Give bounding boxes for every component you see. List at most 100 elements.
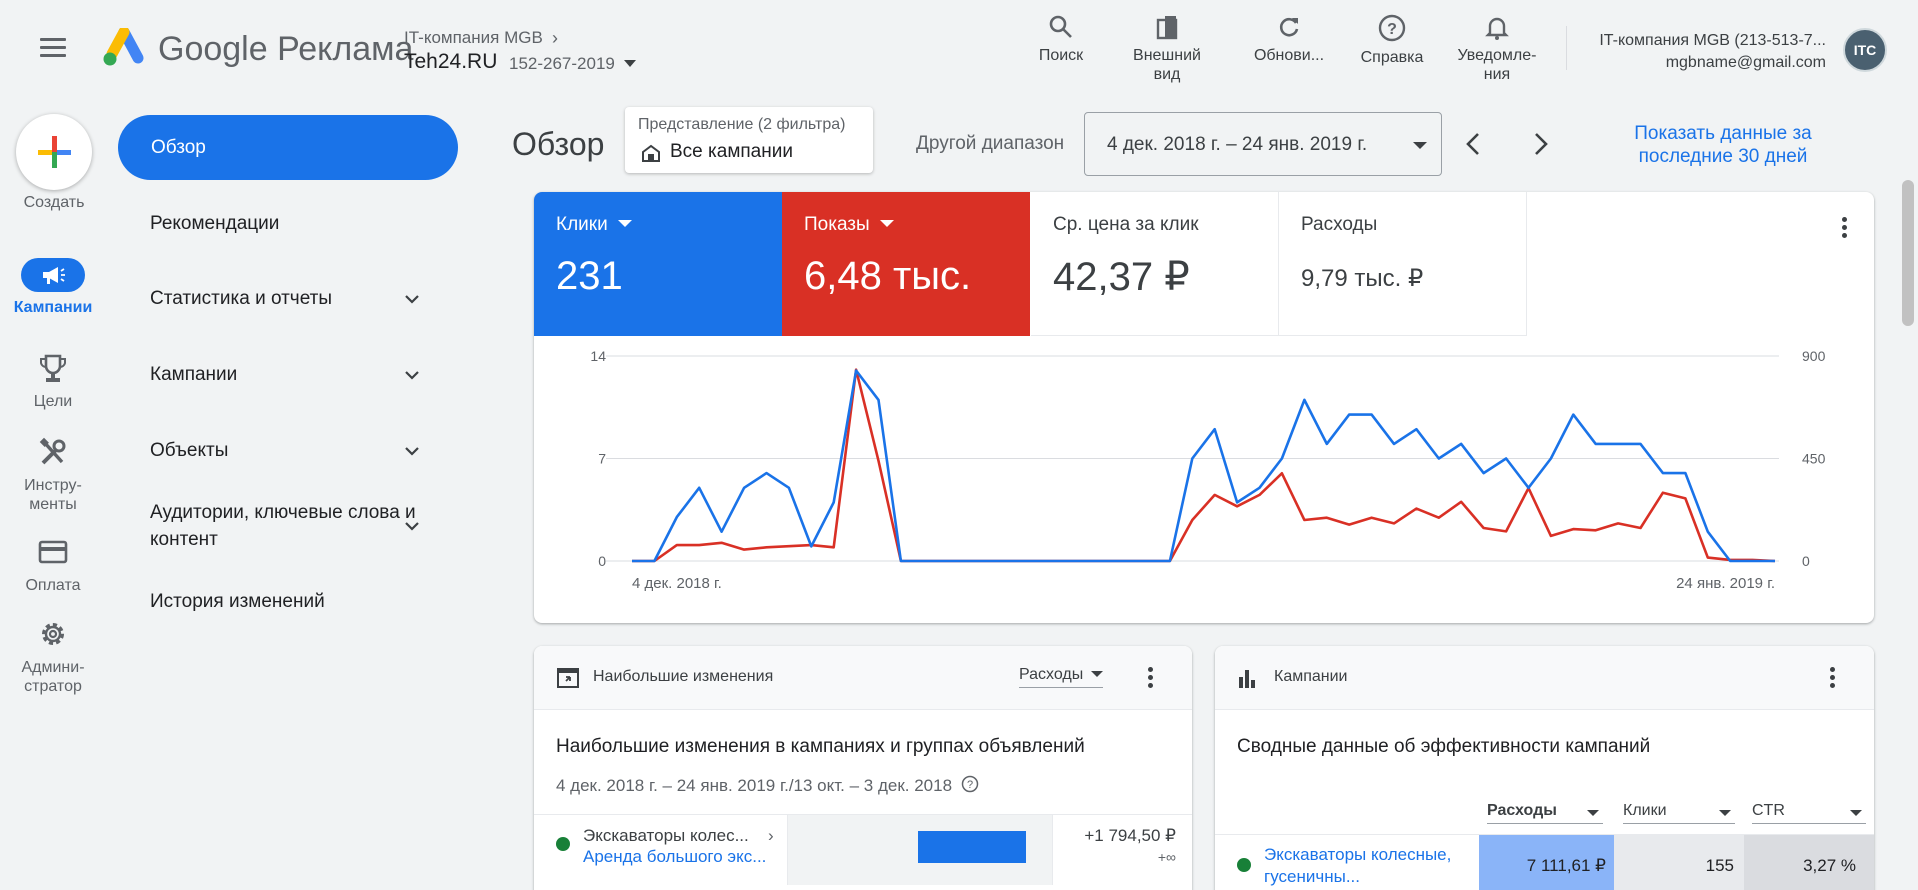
- nav-item-recommendations[interactable]: Рекомендации: [150, 210, 430, 237]
- dropdown-icon: [879, 220, 894, 227]
- svg-text:?: ?: [1387, 21, 1397, 38]
- metric-avg-cpc[interactable]: Ср. цена за клик 42,37 ₽: [1031, 192, 1279, 336]
- y-left-tick-label: 7: [598, 451, 606, 467]
- status-dot: [556, 837, 570, 851]
- chevron-right-icon[interactable]: ›: [768, 826, 774, 846]
- brand-name: Google Реклама: [158, 30, 414, 68]
- series-line: [632, 369, 1775, 563]
- refresh-icon: [1279, 17, 1299, 37]
- avatar[interactable]: ITC: [1843, 28, 1887, 72]
- y-left-tick-label: 0: [598, 553, 606, 569]
- card-period: 4 дек. 2018 г. – 24 янв. 2019 г./13 окт.…: [556, 775, 979, 796]
- metric-impressions[interactable]: Показы 6,48 тыс.: [782, 192, 1030, 336]
- user-email: mgbname@gmail.com: [1665, 54, 1826, 71]
- tool-label: Внешний вид: [1133, 47, 1201, 83]
- nav-item-overview[interactable]: Обзор: [118, 115, 458, 180]
- nav-item-assets[interactable]: Объекты: [150, 437, 430, 464]
- search-icon: [1049, 15, 1072, 38]
- chevron-down-icon[interactable]: [402, 365, 422, 385]
- account-id[interactable]: 152-267-2019: [509, 54, 615, 74]
- page-title: Обзор: [512, 126, 605, 162]
- card-header: Кампании: [1215, 646, 1874, 710]
- top-bar: Google Реклама IT-компания MGB › Teh24.R…: [0, 0, 1918, 100]
- header-divider: [1566, 26, 1567, 70]
- card-header: Наибольшие изменения Расходы: [534, 646, 1192, 710]
- metric-clicks[interactable]: Клики 231: [534, 192, 782, 336]
- scrollbar-thumb[interactable]: [1902, 180, 1914, 326]
- metric-cost[interactable]: Расходы 9,79 тыс. ₽: [1279, 192, 1527, 336]
- svg-text:?: ?: [967, 779, 973, 791]
- changes-icon: [557, 668, 579, 688]
- tools-icon: [39, 437, 66, 465]
- status-dot: [1237, 858, 1251, 872]
- card-head-title: Кампании: [1274, 668, 1348, 685]
- create-label: Создать: [23, 194, 85, 211]
- view-label: Представление (2 фильтра): [638, 116, 846, 133]
- account-name[interactable]: Teh24.RU: [404, 50, 497, 74]
- help-icon: ?: [1378, 14, 1406, 42]
- help-tool-button[interactable]: ? Справка: [1347, 14, 1437, 67]
- dropdown-icon: [617, 220, 632, 227]
- campaign-name-link[interactable]: Экскаваторы колесные, гусеничны...: [1264, 844, 1469, 888]
- rail-admin[interactable]: Админи-стратор: [0, 618, 106, 696]
- tool-label: Уведомле-ния: [1457, 47, 1537, 83]
- chevron-right-icon[interactable]: ›: [552, 28, 558, 49]
- more-options-icon[interactable]: [1820, 666, 1844, 690]
- chevron-down-icon[interactable]: [402, 516, 422, 536]
- rail-campaigns[interactable]: Кампании: [0, 258, 106, 317]
- create-button[interactable]: [16, 114, 92, 190]
- rail-label: Инстру-менты: [24, 477, 82, 513]
- chevron-down-icon[interactable]: [402, 289, 422, 309]
- refresh-tool-button[interactable]: Обнови...: [1244, 14, 1334, 65]
- more-options-icon[interactable]: [1138, 666, 1162, 690]
- series-line: [632, 368, 1776, 563]
- metric-label: Показы: [804, 214, 870, 235]
- search-tool-button[interactable]: Поиск: [1016, 14, 1106, 65]
- gear-icon: [42, 623, 64, 645]
- y-right-tick-label: 900: [1802, 348, 1826, 364]
- chevron-down-icon: [1413, 142, 1427, 149]
- more-options-icon[interactable]: [1832, 216, 1856, 240]
- notifications-tool-button[interactable]: Уведомле-ния: [1452, 14, 1542, 84]
- next-period-icon[interactable]: [1524, 128, 1556, 160]
- nav-item-stats-reports[interactable]: Статистика и отчеты: [150, 285, 430, 312]
- account-dropdown-icon[interactable]: [624, 60, 636, 67]
- view-value: Все кампании: [670, 141, 793, 162]
- account-parent[interactable]: IT-компания MGB: [404, 28, 543, 48]
- nav-item-audiences[interactable]: Аудитории, ключевые слова и контент: [150, 499, 430, 553]
- tool-label: Справка: [1360, 49, 1424, 66]
- tool-label: Поиск: [1038, 47, 1084, 64]
- help-icon[interactable]: ?: [961, 775, 979, 793]
- rail-goals[interactable]: Цели: [0, 352, 106, 411]
- column-header-clicks[interactable]: Клики: [1623, 802, 1735, 824]
- y-right-tick-label: 450: [1802, 451, 1826, 467]
- nav-item-change-history[interactable]: История изменений: [150, 588, 430, 615]
- show-last-30-days-link[interactable]: Показать данные за последние 30 дней: [1614, 122, 1832, 168]
- megaphone-icon: [43, 267, 65, 284]
- card-icon: [38, 540, 68, 564]
- x-end-label: 24 янв. 2019 г.: [1676, 575, 1775, 592]
- building-icon: [642, 144, 660, 162]
- appearance-tool-button[interactable]: Внешний вид: [1122, 14, 1212, 84]
- change-bar: [918, 831, 1026, 863]
- nav-item-campaigns[interactable]: Кампании: [150, 361, 430, 388]
- view-selector[interactable]: Представление (2 фильтра) Все кампании: [625, 107, 873, 173]
- performance-card: Клики 231 Показы 6,48 тыс. Ср. цена за к…: [534, 192, 1874, 623]
- row-adgroup[interactable]: Аренда большого экс...: [583, 847, 766, 867]
- menu-icon[interactable]: [40, 38, 66, 58]
- prev-period-icon[interactable]: [1458, 128, 1490, 160]
- chevron-down-icon[interactable]: [402, 441, 422, 461]
- date-range-select[interactable]: 4 дек. 2018 г. – 24 янв. 2019 г.: [1084, 112, 1442, 176]
- row-campaign[interactable]: Экскаваторы колес...: [583, 826, 749, 846]
- rail-tools[interactable]: Инстру-менты: [0, 436, 106, 514]
- metric-value: 9,79 тыс. ₽: [1301, 265, 1424, 292]
- column-header-ctr[interactable]: CTR: [1752, 802, 1866, 824]
- rail-billing[interactable]: Оплата: [0, 536, 106, 595]
- metric-value: 6,48 тыс.: [804, 254, 972, 298]
- metric-select[interactable]: Расходы: [1019, 666, 1104, 688]
- google-ads-logo: [103, 28, 144, 66]
- cell-cost: 7 111,61 ₽: [1526, 856, 1606, 875]
- column-header-cost[interactable]: Расходы: [1487, 802, 1603, 824]
- range-label: Другой диапазон: [916, 133, 1065, 154]
- user-account-info[interactable]: IT-компания MGB (213-513-7... mgbname@gm…: [1599, 30, 1826, 74]
